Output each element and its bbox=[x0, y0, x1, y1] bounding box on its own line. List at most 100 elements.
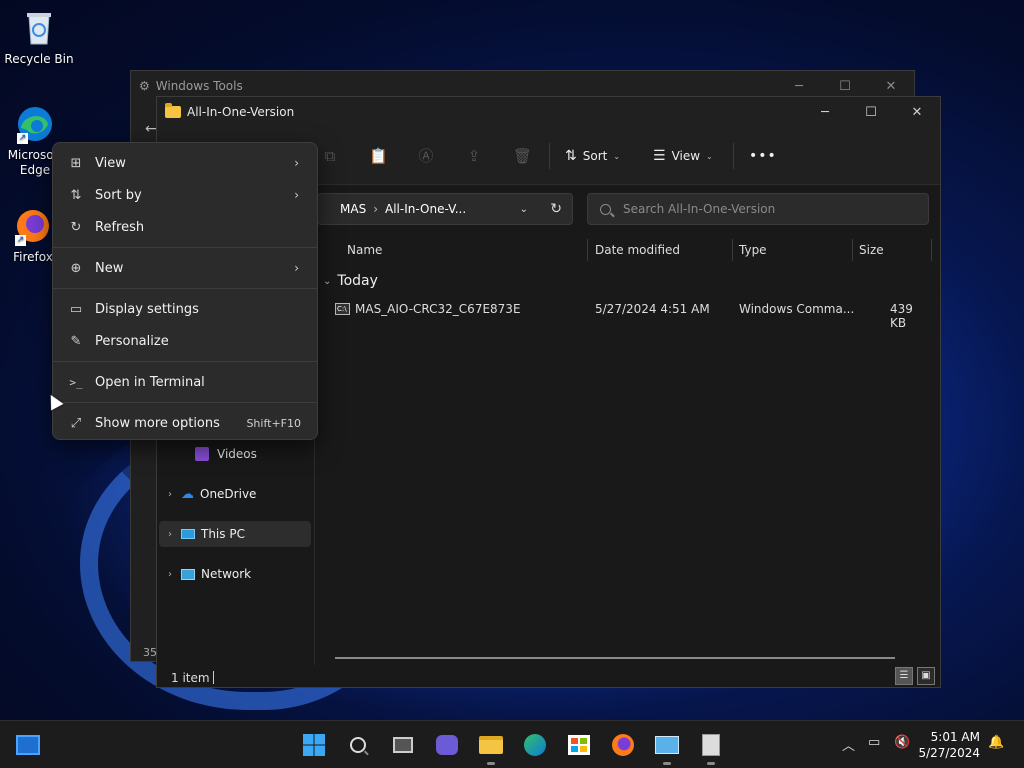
search-input[interactable] bbox=[623, 202, 903, 216]
menu-item-sort-by[interactable]: ⇅ Sort by › bbox=[57, 180, 313, 210]
show-hidden-icons-button[interactable]: ︿ bbox=[842, 735, 855, 754]
desktop-icon-label: Recycle Bin bbox=[4, 52, 74, 66]
view-label: View bbox=[671, 149, 701, 163]
menu-item-label: Open in Terminal bbox=[95, 374, 205, 390]
command-file-icon: C:\ bbox=[335, 303, 350, 315]
nav-item-onedrive[interactable]: › ☁ OneDrive bbox=[159, 481, 311, 507]
menu-item-refresh[interactable]: ↻ Refresh bbox=[57, 212, 313, 242]
paste-icon[interactable]: 📋 bbox=[369, 147, 388, 165]
menu-item-new[interactable]: ⊕ New › bbox=[57, 253, 313, 283]
task-view-icon bbox=[393, 737, 413, 753]
running-indicator bbox=[487, 762, 495, 765]
nav-item-videos[interactable]: Videos bbox=[159, 441, 311, 467]
column-header-name[interactable]: Name bbox=[347, 243, 382, 257]
terminal-icon: >_ bbox=[69, 375, 83, 389]
search-box[interactable] bbox=[587, 193, 929, 225]
store-icon bbox=[568, 735, 590, 755]
chevron-down-icon: ⌄ bbox=[706, 151, 713, 161]
menu-item-label: New bbox=[95, 260, 124, 276]
maximize-button[interactable]: ☐ bbox=[848, 97, 894, 127]
column-header-type[interactable]: Type bbox=[739, 243, 767, 257]
taskbar-firefox[interactable] bbox=[609, 731, 637, 759]
expand-icon: ⤢ bbox=[70, 415, 82, 431]
taskbar: ︿ ▭ 🔇 5:01 AM 5/27/2024 🔔 bbox=[0, 720, 1024, 768]
menu-item-show-more-options[interactable]: ⤢ Show more options Shift+F10 bbox=[57, 408, 313, 438]
taskbar-control-panel[interactable] bbox=[653, 731, 681, 765]
column-divider[interactable] bbox=[587, 239, 588, 261]
address-bar[interactable]: MAS › All-In-One-V... ⌄ ↻ bbox=[317, 193, 573, 225]
file-type: Windows Comma... bbox=[739, 302, 855, 316]
copy-icon[interactable]: ⧉ bbox=[321, 147, 339, 165]
nav-item-network[interactable]: › Network bbox=[159, 561, 311, 587]
explorer-title: All-In-One-Version bbox=[187, 105, 295, 119]
windows-tools-icon: ⚙ bbox=[139, 79, 150, 93]
horizontal-scrollbar[interactable] bbox=[335, 657, 895, 659]
nav-item-label: Videos bbox=[217, 447, 257, 461]
start-button[interactable] bbox=[300, 731, 328, 759]
column-header-date[interactable]: Date modified bbox=[595, 243, 680, 257]
refresh-icon[interactable]: ↻ bbox=[550, 201, 562, 217]
breadcrumb-item[interactable]: All-In-One-V... bbox=[385, 202, 466, 216]
taskbar-file-explorer[interactable] bbox=[477, 731, 505, 765]
file-row[interactable]: C:\ MAS_AIO-CRC32_C67E873E 5/27/2024 4:5… bbox=[327, 297, 927, 330]
taskbar-clock[interactable]: 5:01 AM 5/27/2024 bbox=[918, 729, 980, 761]
group-label: Today bbox=[337, 273, 378, 289]
chevron-down-icon: ⌄ bbox=[613, 151, 621, 161]
back-arrow-icon[interactable]: ← bbox=[145, 121, 157, 137]
menu-item-personalize[interactable]: ✎ Personalize bbox=[57, 326, 313, 356]
address-dropdown-icon[interactable]: ⌄ bbox=[520, 204, 528, 215]
recycle-bin-icon bbox=[19, 8, 59, 48]
chevron-right-icon[interactable]: › bbox=[159, 489, 181, 500]
refresh-icon: ↻ bbox=[70, 219, 82, 235]
share-icon[interactable]: ⇪ bbox=[465, 147, 483, 165]
explorer-caption-buttons: ─ ☐ ✕ bbox=[802, 97, 940, 127]
more-options-button[interactable]: ••• bbox=[749, 143, 777, 169]
menu-item-view[interactable]: ⊞ View › bbox=[57, 148, 313, 178]
taskbar-windows-tools[interactable] bbox=[697, 731, 725, 765]
group-header-today[interactable]: ⌄ Today bbox=[323, 273, 378, 289]
network-status-icon[interactable]: ▭ bbox=[868, 735, 880, 750]
widgets-icon bbox=[16, 735, 40, 755]
column-divider[interactable] bbox=[852, 239, 853, 261]
view-button[interactable]: ☰ View ⌄ bbox=[653, 143, 713, 169]
notifications-icon[interactable]: 🔔 bbox=[988, 735, 1004, 750]
brush-icon: ✎ bbox=[70, 333, 82, 349]
firefox-icon: ↗ bbox=[13, 206, 53, 246]
close-button[interactable]: ✕ bbox=[894, 97, 940, 127]
nav-item-this-pc[interactable]: › This PC bbox=[159, 521, 311, 547]
chat-button[interactable] bbox=[433, 731, 461, 759]
search-button[interactable] bbox=[344, 731, 372, 759]
column-divider[interactable] bbox=[931, 239, 932, 261]
menu-item-label: Sort by bbox=[95, 187, 142, 203]
file-name: MAS_AIO-CRC32_C67E873E bbox=[355, 302, 521, 316]
taskbar-store[interactable] bbox=[565, 731, 593, 759]
sort-label: Sort bbox=[582, 149, 608, 163]
delete-icon[interactable]: 🗑 bbox=[513, 147, 532, 165]
column-header-size[interactable]: Size bbox=[859, 243, 884, 257]
desktop-icon-recycle-bin[interactable]: Recycle Bin bbox=[4, 8, 74, 66]
tiles-view-button[interactable]: ▣ bbox=[917, 667, 935, 685]
windows-tools-status: 35 bbox=[143, 646, 157, 659]
column-headers: Name Date modified Type Size bbox=[317, 235, 937, 265]
chevron-right-icon[interactable]: › bbox=[159, 529, 181, 540]
details-view-button[interactable]: ☰ bbox=[895, 667, 913, 685]
chevron-right-icon[interactable]: › bbox=[159, 569, 181, 580]
sort-button[interactable]: ⇅ Sort ⌄ bbox=[565, 143, 620, 169]
menu-item-open-terminal[interactable]: >_ Open in Terminal bbox=[57, 367, 313, 397]
minimize-button[interactable]: ─ bbox=[802, 97, 848, 127]
menu-item-label: Refresh bbox=[95, 219, 145, 235]
nav-item-label: OneDrive bbox=[200, 487, 257, 501]
widgets-button[interactable] bbox=[14, 731, 42, 759]
column-divider[interactable] bbox=[732, 239, 733, 261]
volume-muted-icon[interactable]: 🔇 bbox=[894, 735, 910, 750]
menu-item-label: Display settings bbox=[95, 301, 199, 317]
breadcrumb-item[interactable]: MAS bbox=[340, 202, 366, 216]
rename-icon[interactable]: Ⓐ bbox=[417, 147, 435, 165]
taskbar-edge[interactable] bbox=[521, 731, 549, 759]
menu-separator bbox=[53, 361, 317, 362]
menu-item-label: Personalize bbox=[95, 333, 169, 349]
menu-item-display-settings[interactable]: ▭ Display settings bbox=[57, 294, 313, 324]
toolbar-divider bbox=[733, 143, 734, 169]
task-view-button[interactable] bbox=[389, 731, 417, 759]
control-panel-icon bbox=[655, 736, 679, 754]
